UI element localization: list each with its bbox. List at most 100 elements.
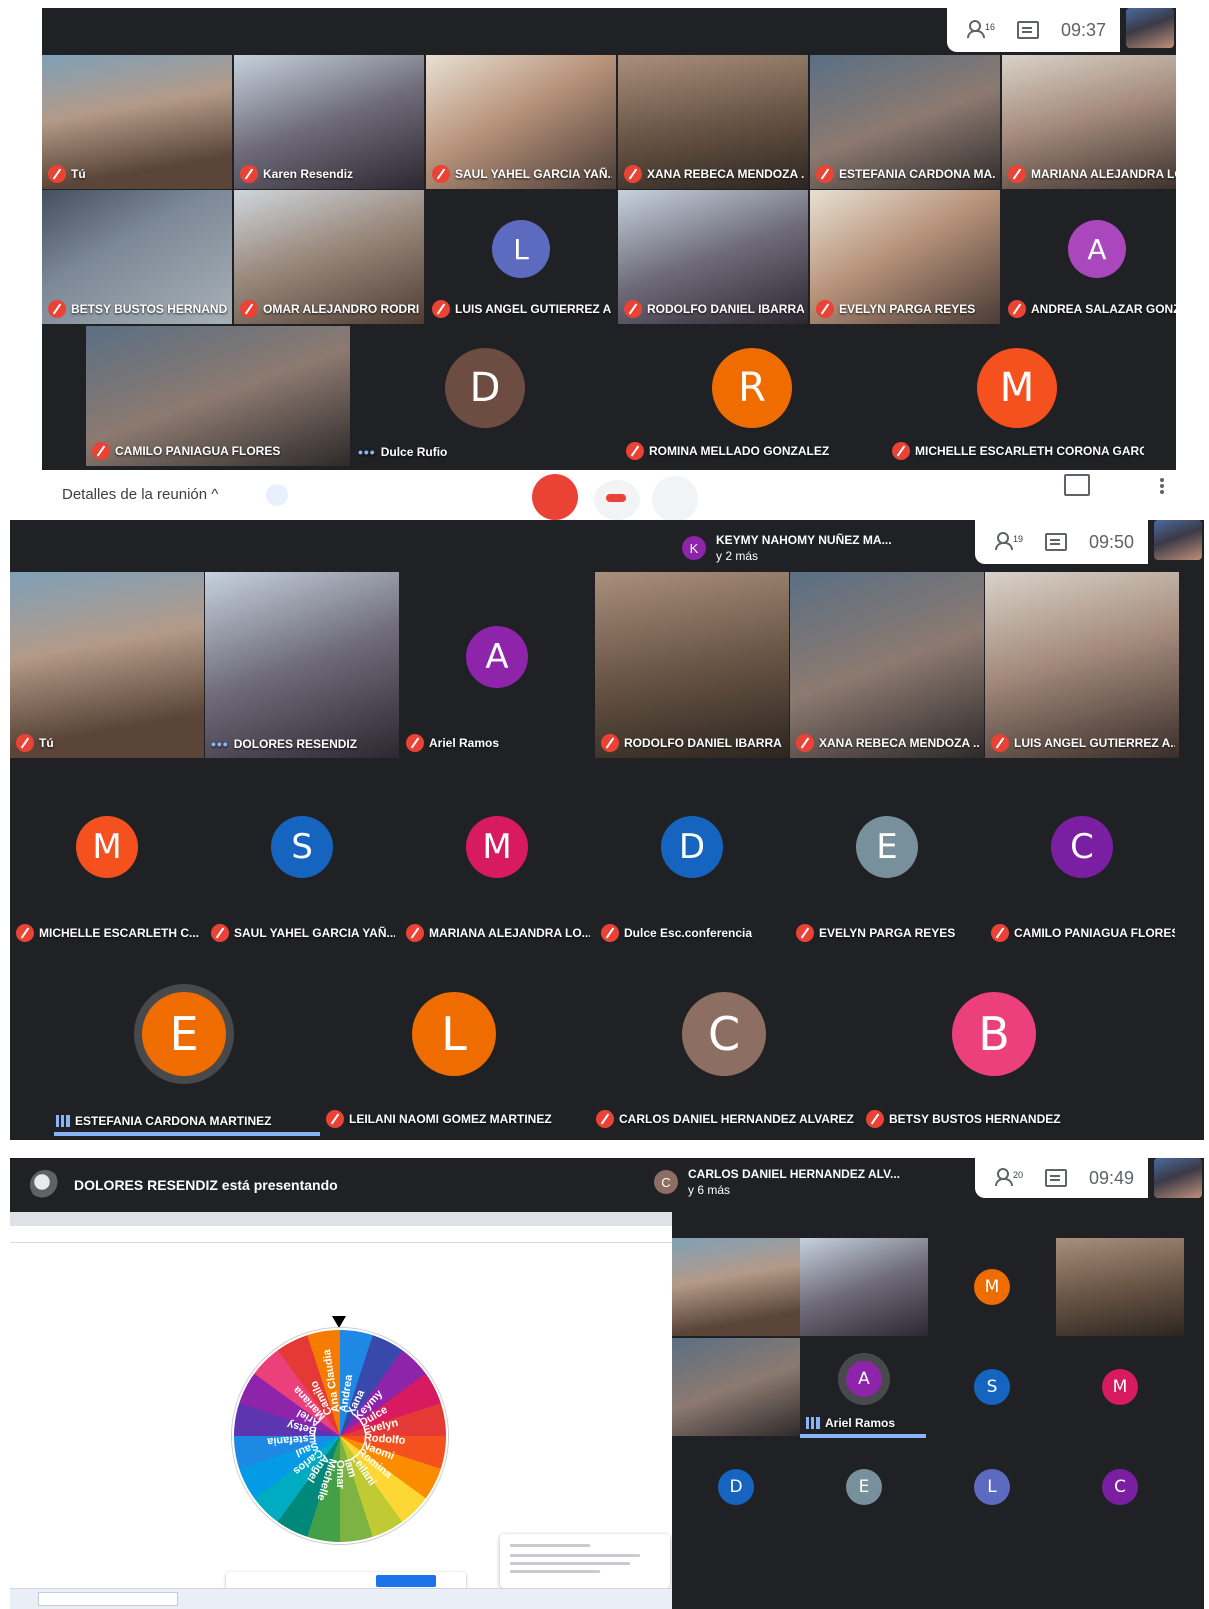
participant-name-row: MICHELLE ESCARLETH C... bbox=[16, 924, 200, 942]
participant-tile[interactable] bbox=[800, 1238, 928, 1336]
participant-tile-michelle-escarleth-corona-garcia[interactable]: M MICHELLE ESCARLETH CORONA GARCIA bbox=[886, 326, 1148, 466]
participant-tile-camilo-paniagua-flores[interactable]: C CAMILO PANIAGUA FLORES bbox=[985, 762, 1179, 948]
participant-tile[interactable]: E bbox=[800, 1438, 928, 1536]
participant-tile[interactable]: L bbox=[928, 1438, 1056, 1536]
participants-button[interactable]: 20 bbox=[994, 1167, 1023, 1190]
taskbar-search[interactable] bbox=[38, 1592, 178, 1606]
speaking-icon bbox=[806, 1417, 820, 1429]
participant-tile-camilo-paniagua-flores[interactable]: CAMILO PANIAGUA FLORES bbox=[86, 326, 350, 466]
participant-name: Ariel Ramos bbox=[429, 736, 500, 750]
participant-name-row: ••• Dulce Rufio bbox=[358, 444, 614, 460]
participant-tile-dulce-rufio[interactable]: D ••• Dulce Rufio bbox=[352, 326, 618, 466]
participant-name: MARIANA ALEJANDRA LO... bbox=[1031, 167, 1176, 181]
participant-tile[interactable] bbox=[672, 1238, 800, 1336]
shield-icon[interactable] bbox=[266, 484, 288, 506]
participant-name-row: SAUL YAHEL GARCIA YAÑ... bbox=[211, 924, 395, 942]
participant-tile-andrea-salazar-gonz[interactable]: A ANDREA SALAZAR GONZ... bbox=[1002, 190, 1176, 324]
self-view-thumbnail[interactable] bbox=[1154, 1158, 1202, 1198]
joiner-name: KEYMY NAHOMY NUÑEZ MA... bbox=[716, 533, 892, 547]
participant-tile-evelyn-parga-reyes[interactable]: E EVELYN PARGA REYES bbox=[790, 762, 984, 948]
mic-muted-icon bbox=[892, 442, 910, 460]
shared-screen: Andrea Xana Keymy Dulce Evelyn Rodolfo Naomi Ro… bbox=[10, 1212, 672, 1609]
participant-tile-saul-yahel-garcia-ya[interactable]: S SAUL YAHEL GARCIA YAÑ... bbox=[205, 762, 399, 948]
chat-icon[interactable] bbox=[1044, 1169, 1067, 1187]
participant-name: ESTEFANIA CARDONA MARTINEZ bbox=[75, 1114, 272, 1128]
participant-tile-ariel-ramos[interactable]: A Ariel Ramos bbox=[400, 572, 594, 758]
participant-name-row: Tú bbox=[16, 734, 200, 752]
mic-off-button[interactable] bbox=[532, 474, 578, 520]
avatar: M bbox=[466, 816, 528, 878]
participant-tile-romina-mellado-gonzalez[interactable]: R ROMINA MELLADO GONZALEZ bbox=[620, 326, 884, 466]
mic-muted-icon bbox=[211, 924, 229, 942]
participant-tile-betsy-bustos-hernand[interactable]: BETSY BUSTOS HERNAND... bbox=[42, 190, 232, 324]
participant-tile-ariel-ramos[interactable]: A Ariel Ramos bbox=[800, 1338, 928, 1436]
hang-up-button[interactable] bbox=[594, 480, 640, 520]
participant-tile-mariana-alejandra-lo[interactable]: MARIANA ALEJANDRA LO... bbox=[1002, 55, 1176, 189]
participant-tile-rodolfo-daniel-ibarra[interactable]: RODOLFO DANIEL IBARRA ... bbox=[595, 572, 789, 758]
mic-muted-icon bbox=[816, 300, 834, 318]
chat-icon[interactable] bbox=[1044, 533, 1067, 551]
participant-tile-betsy-bustos-hernandez[interactable]: B BETSY BUSTOS HERNANDEZ bbox=[860, 950, 1128, 1134]
avatar: D bbox=[718, 1469, 754, 1505]
meeting-details-button[interactable]: Detalles de la reunión ^ bbox=[62, 486, 218, 503]
participant-name: Karen Resendiz bbox=[263, 167, 354, 181]
participant-tile-mariana-alejandra-lo[interactable]: M MARIANA ALEJANDRA LO... bbox=[400, 762, 594, 948]
participant-tile-evelyn-parga-reyes[interactable]: EVELYN PARGA REYES bbox=[810, 190, 1000, 324]
participant-name-row: ANDREA SALAZAR GONZ... bbox=[1008, 300, 1176, 318]
participant-tile[interactable] bbox=[672, 1338, 800, 1436]
avatar: E bbox=[856, 816, 918, 878]
mic-muted-icon bbox=[92, 442, 110, 460]
participant-tile-estefania-cardona-martinez[interactable]: E ESTEFANIA CARDONA MARTINEZ bbox=[50, 950, 318, 1134]
mic-muted-icon bbox=[624, 165, 642, 183]
more-options-icon[interactable] bbox=[1160, 484, 1164, 488]
self-view-thumbnail[interactable] bbox=[1154, 520, 1202, 560]
active-speaker-bar bbox=[800, 1434, 926, 1438]
present-screen-icon[interactable] bbox=[1064, 474, 1090, 496]
participant-tile-dulce-esc-conferencia[interactable]: D Dulce Esc.conferencia bbox=[595, 762, 789, 948]
participant-name-row: MICHELLE ESCARLETH CORONA GARCIA bbox=[892, 442, 1144, 460]
participants-button[interactable]: 16 bbox=[966, 19, 995, 42]
participant-tile-luis-angel-gutierrez-a[interactable]: LUIS ANGEL GUTIERREZ A... bbox=[985, 572, 1179, 758]
participant-tile-t[interactable]: Tú bbox=[42, 55, 232, 189]
chat-icon[interactable] bbox=[1016, 21, 1039, 39]
participant-tile-xana-rebeca-mendoza[interactable]: XANA REBECA MENDOZA ... bbox=[618, 55, 808, 189]
participant-tile[interactable]: D bbox=[672, 1438, 800, 1536]
participant-tile[interactable] bbox=[1056, 1238, 1184, 1336]
participant-tile-dolores-resendiz[interactable]: ••• DOLORES RESENDIZ bbox=[205, 572, 399, 758]
participant-name: Dulce Rufio bbox=[380, 445, 448, 459]
participant-tile-leilani-naomi-gomez-martinez[interactable]: L LEILANI NAOMI GOMEZ MARTINEZ bbox=[320, 950, 588, 1134]
participant-tile-t[interactable]: Tú bbox=[10, 572, 204, 758]
avatar: L bbox=[412, 992, 496, 1076]
participant-name: DOLORES RESENDIZ bbox=[233, 737, 358, 751]
meet-screenshot-3: DOLORES RESENDIZ está presentando C CARL… bbox=[10, 1158, 1204, 1609]
participant-name-row: Karen Resendiz bbox=[240, 165, 420, 183]
mic-muted-icon bbox=[48, 165, 66, 183]
participant-tile[interactable]: M bbox=[1056, 1338, 1184, 1436]
camera-button[interactable] bbox=[652, 476, 698, 522]
participant-tile-rodolfo-daniel-ibarra[interactable]: RODOLFO DANIEL IBARRA ... bbox=[618, 190, 808, 324]
participant-name-row: MARIANA ALEJANDRA LO... bbox=[1008, 165, 1176, 183]
participant-tile-estefania-cardona-ma[interactable]: ESTEFANIA CARDONA MA... bbox=[810, 55, 1000, 189]
participant-tile-xana-rebeca-mendoza[interactable]: XANA REBECA MENDOZA ... bbox=[790, 572, 984, 758]
avatar: A bbox=[466, 626, 528, 688]
participant-tile-saul-yahel-garcia-ya[interactable]: SAUL YAHEL GARCIA YAÑ... bbox=[426, 55, 616, 189]
participant-tile[interactable]: S bbox=[928, 1338, 1056, 1436]
join-notification: C CARLOS DANIEL HERNANDEZ ALV... y 6 más bbox=[646, 1160, 913, 1204]
participant-tile-karen-resendiz[interactable]: Karen Resendiz bbox=[234, 55, 424, 189]
participant-name: EVELYN PARGA REYES bbox=[839, 302, 976, 316]
clock: 09:50 bbox=[1088, 531, 1134, 552]
participants-button[interactable]: 19 bbox=[994, 531, 1023, 554]
joiner-sub: y 6 más bbox=[688, 1183, 731, 1197]
name-wheel[interactable]: Andrea Xana Keymy Dulce Evelyn Rodolfo Naomi Ro… bbox=[232, 1328, 448, 1544]
participant-tile-omar-alejandro-rodri[interactable]: OMAR ALEJANDRO RODRI... bbox=[234, 190, 424, 324]
participant-tile-carlos-daniel-hernandez-alvarez[interactable]: C CARLOS DANIEL HERNANDEZ ALVAREZ bbox=[590, 950, 858, 1134]
stop-sharing-button[interactable] bbox=[376, 1575, 436, 1587]
participant-tile-michelle-escarleth-c[interactable]: M MICHELLE ESCARLETH C... bbox=[10, 762, 204, 948]
participant-tile[interactable]: M bbox=[928, 1238, 1056, 1336]
participant-name-row: ••• DOLORES RESENDIZ bbox=[211, 736, 395, 752]
people-icon bbox=[994, 531, 1017, 550]
participant-tile-luis-angel-gutierrez-a[interactable]: L LUIS ANGEL GUTIERREZ A... bbox=[426, 190, 616, 324]
meeting-info-pill: 20 09:49 bbox=[974, 1158, 1148, 1198]
self-view-thumbnail[interactable] bbox=[1126, 8, 1174, 48]
participant-tile[interactable]: C bbox=[1056, 1438, 1184, 1536]
